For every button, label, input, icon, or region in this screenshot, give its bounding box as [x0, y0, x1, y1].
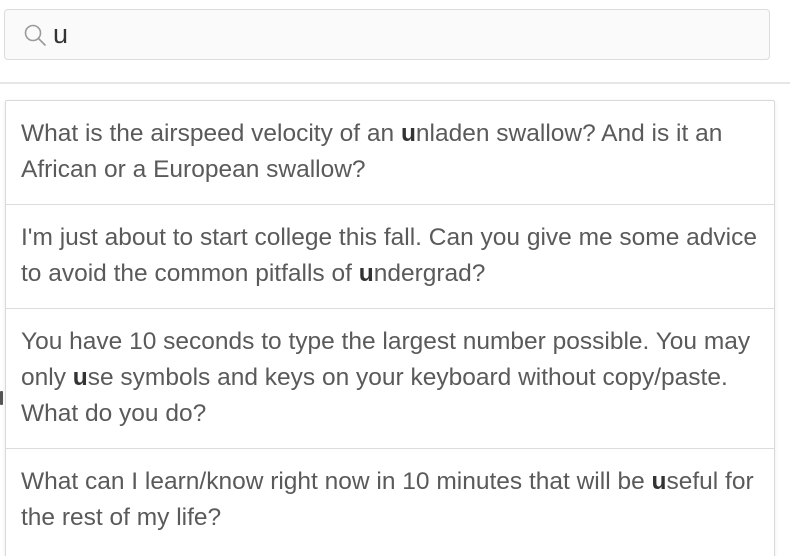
- search-input[interactable]: [53, 19, 733, 50]
- background-text-fragment: [0, 391, 3, 405]
- autocomplete-dropdown: What is the airspeed velocity of an unla…: [5, 100, 775, 556]
- suggestion-item[interactable]: What is the airspeed velocity of an unla…: [6, 101, 774, 205]
- suggestion-match: u: [400, 120, 416, 147]
- suggestion-item[interactable]: You have 10 seconds to type the largest …: [6, 309, 774, 449]
- suggestion-item[interactable]: What can I learn/know right now in 10 mi…: [6, 449, 774, 556]
- suggestion-text-before: What can I learn/know right now in 10 mi…: [21, 468, 652, 495]
- header-divider: [0, 82, 790, 84]
- search-page: What is the airspeed velocity of an unla…: [0, 0, 790, 556]
- search-box[interactable]: [4, 9, 770, 60]
- suggestion-item[interactable]: I'm just about to start college this fal…: [6, 205, 774, 309]
- suggestion-text-after: se symbols and keys on your keyboard wit…: [21, 364, 728, 427]
- suggestion-text-after: ndergrad?: [373, 260, 486, 287]
- suggestion-match: u: [358, 260, 374, 287]
- search-icon: [23, 23, 47, 47]
- suggestion-match: u: [651, 468, 667, 495]
- suggestion-match: u: [72, 364, 88, 391]
- suggestion-text-before: What is the airspeed velocity of an: [21, 120, 401, 147]
